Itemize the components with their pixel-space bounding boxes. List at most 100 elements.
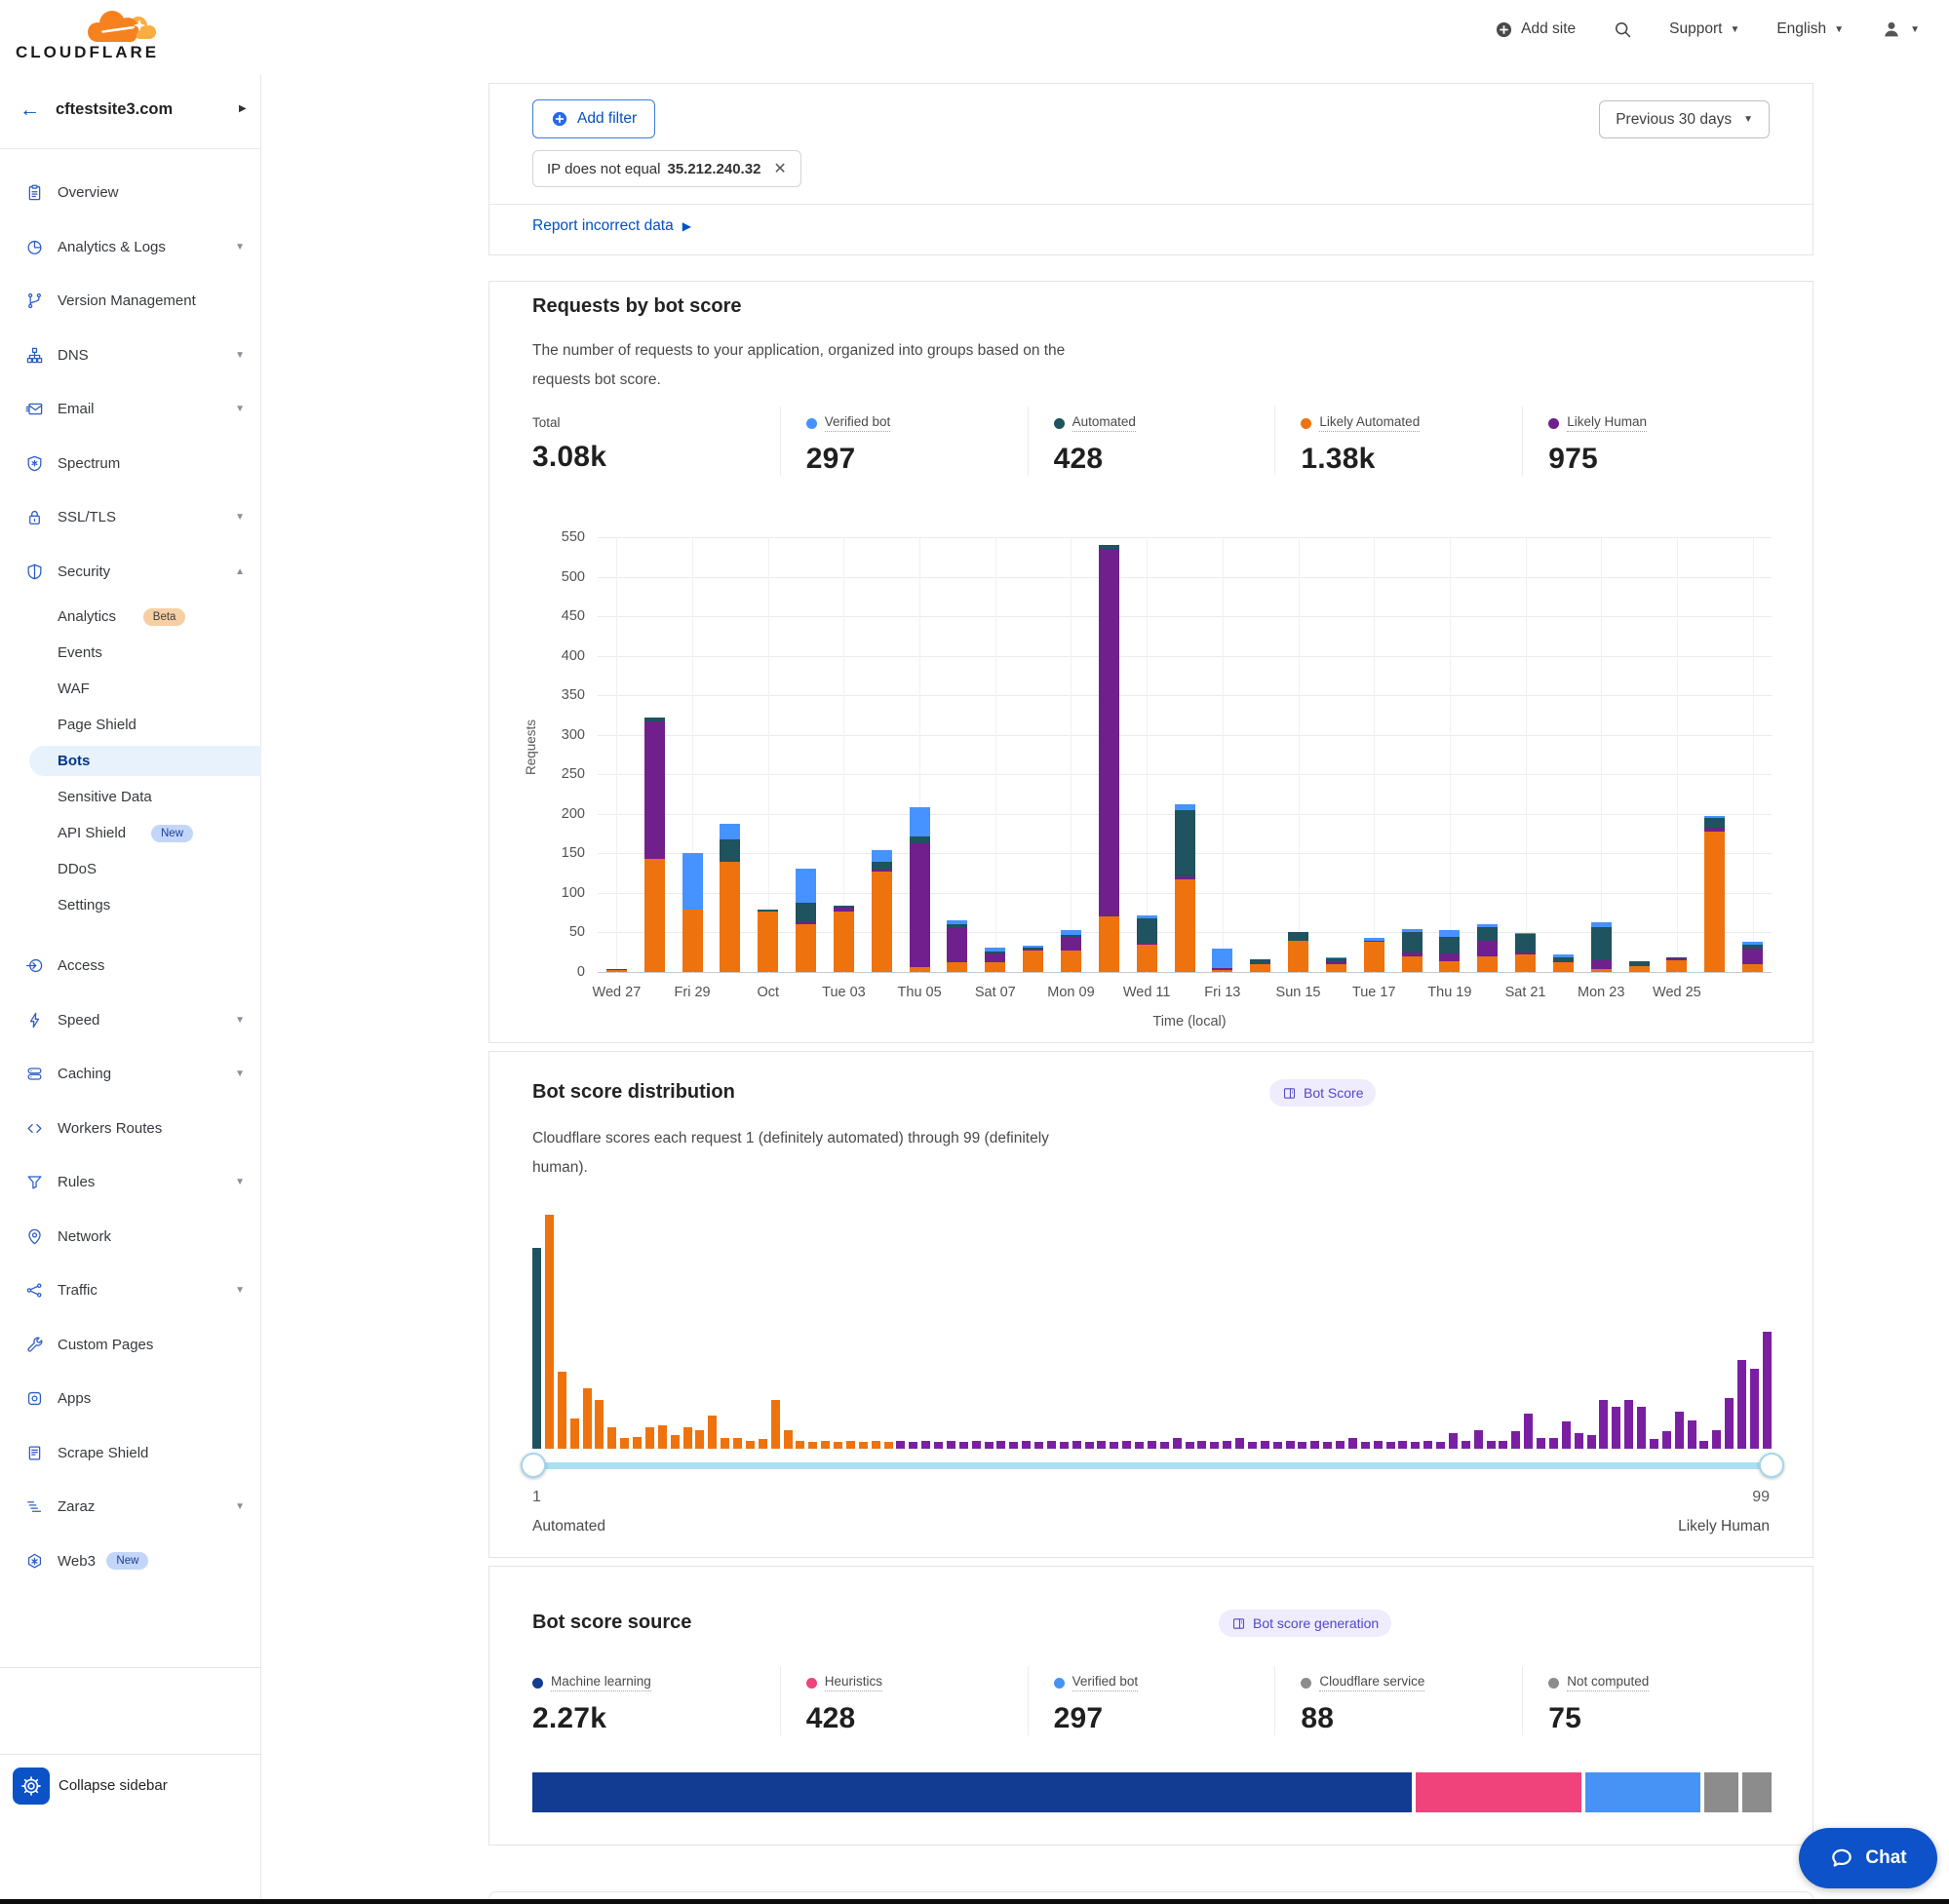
sidebar-item-rules[interactable]: Rules▼ <box>0 1155 261 1210</box>
search-button[interactable] <box>1613 19 1632 39</box>
stat-label[interactable]: Verified bot <box>806 414 891 432</box>
bot-score-doc-badge[interactable]: Bot Score <box>1269 1079 1376 1107</box>
stat-label[interactable]: Likely Automated <box>1301 414 1420 432</box>
support-menu[interactable]: Support ▼ <box>1669 20 1739 38</box>
bar-segment-automated <box>1137 918 1157 944</box>
slider-handle-max[interactable] <box>1759 1453 1784 1478</box>
requests-stats-row: Total3.08kVerified bot297Automated428Lik… <box>532 407 1770 476</box>
score-bar-50 <box>1148 1441 1156 1449</box>
stat-label[interactable]: Heuristics <box>806 1674 882 1691</box>
sidebar-item-speed[interactable]: Speed▼ <box>0 993 261 1048</box>
sidebar-item-bots[interactable]: Bots <box>0 743 261 779</box>
account-menu[interactable]: ▼ <box>1881 19 1920 40</box>
sidebar-item-network[interactable]: Network <box>0 1210 261 1264</box>
sidebar-item-web3[interactable]: Web3New <box>0 1535 261 1589</box>
add-site-button[interactable]: Add site <box>1495 20 1576 39</box>
sidebar-item-version-management[interactable]: Version Management <box>0 274 261 329</box>
sidebar-item-zaraz[interactable]: Zaraz▼ <box>0 1480 261 1535</box>
stat-label[interactable]: Verified bot <box>1054 1674 1139 1691</box>
sidebar-item-page-shield[interactable]: Page Shield <box>0 707 261 743</box>
report-link-label: Report incorrect data <box>532 217 674 235</box>
sidebar-item-settings[interactable]: Settings <box>0 887 261 923</box>
language-menu[interactable]: English ▼ <box>1776 20 1844 38</box>
settings-gear-button[interactable] <box>13 1768 50 1805</box>
bar-sat-07 <box>985 948 1005 972</box>
report-incorrect-data-link[interactable]: Report incorrect data ▶ <box>532 217 691 235</box>
chat-button[interactable]: Chat <box>1799 1828 1937 1888</box>
bar-segment-automated <box>1402 932 1423 952</box>
gridline-v <box>1753 538 1754 973</box>
sidebar-item-label: Custom Pages <box>58 1337 153 1353</box>
sidebar-item-events[interactable]: Events <box>0 635 261 671</box>
add-filter-button[interactable]: Add filter <box>532 99 655 138</box>
sidebar-item-spectrum[interactable]: Spectrum <box>0 437 261 491</box>
bar-day-31 <box>1742 942 1763 972</box>
sidebar-item-label: Traffic <box>58 1282 97 1299</box>
time-range-dropdown[interactable]: Previous 30 days ▼ <box>1599 100 1770 138</box>
stat-label-text: Not computed <box>1567 1674 1649 1691</box>
sidebar-item-analytics-logs[interactable]: Analytics & Logs▼ <box>0 220 261 275</box>
sidebar-item-sensitive-data[interactable]: Sensitive Data <box>0 779 261 815</box>
sidebar-item-ssl-tls[interactable]: SSL/TLS▼ <box>0 490 261 545</box>
score-bar-58 <box>1248 1442 1257 1449</box>
sidebar-item-overview[interactable]: Overview <box>0 166 261 220</box>
score-bar-62 <box>1298 1442 1306 1449</box>
remove-filter-icon[interactable]: ✕ <box>773 159 786 178</box>
sidebar-item-api-shield[interactable]: API ShieldNew <box>0 815 261 851</box>
collapse-sidebar-label[interactable]: Collapse sidebar <box>58 1777 168 1794</box>
site-selector[interactable]: ← cftestsite3.com ▶ <box>0 75 261 149</box>
envelope-icon <box>25 400 44 418</box>
active-filter-chip[interactable]: IP does not equal 35.212.240.32 ✕ <box>532 150 801 187</box>
stat-label[interactable]: Cloudflare service <box>1301 1674 1424 1691</box>
bar-tue-03 <box>834 906 854 972</box>
stat-label[interactable]: Not computed <box>1548 1674 1649 1691</box>
sidebar-item-email[interactable]: Email▼ <box>0 382 261 437</box>
gridline-h <box>598 695 1772 696</box>
sidebar-item-scrape-shield[interactable]: Scrape Shield <box>0 1426 261 1481</box>
sidebar-item-label: Events <box>58 644 102 661</box>
requests-stat-likely-automated: Likely Automated1.38k <box>1274 407 1522 476</box>
bot-score-generation-doc-badge[interactable]: Bot score generation <box>1219 1610 1391 1637</box>
source-stat-cloudflare-service: Cloudflare service88 <box>1274 1666 1522 1735</box>
sidebar-item-custom-pages[interactable]: Custom Pages <box>0 1318 261 1373</box>
stat-label[interactable]: Likely Human <box>1548 414 1647 432</box>
slider-min-value: 1 <box>532 1489 541 1506</box>
score-slider-track[interactable] <box>532 1462 1772 1469</box>
score-bar-96 <box>1725 1398 1734 1449</box>
back-arrow-icon[interactable]: ← <box>19 98 40 122</box>
sidebar-item-traffic[interactable]: Traffic▼ <box>0 1263 261 1318</box>
chevron-down-icon: ▼ <box>1743 114 1753 125</box>
score-bar-65 <box>1336 1441 1345 1449</box>
stat-label: Total <box>532 415 561 430</box>
sidebar-item-label: Analytics <box>58 608 116 625</box>
bar-segment-likely-human <box>1061 937 1081 951</box>
slider-handle-min[interactable] <box>521 1453 546 1478</box>
branch-icon <box>25 291 44 310</box>
bar-fri-29 <box>682 853 703 972</box>
site-name[interactable]: cftestsite3.com <box>56 100 173 119</box>
sidebar-item-access[interactable]: Access <box>0 939 261 993</box>
funnel-icon <box>25 1173 44 1191</box>
bar-oct <box>758 910 778 972</box>
sidebar-item-workers-routes[interactable]: Workers Routes <box>0 1102 261 1156</box>
sidebar-item-security[interactable]: Security▲ <box>0 545 261 600</box>
sidebar-item-apps[interactable]: Apps <box>0 1372 261 1426</box>
stat-label[interactable]: Machine learning <box>532 1674 651 1691</box>
sidebar-item-ddos[interactable]: DDoS <box>0 851 261 887</box>
bar-segment-likely-automated <box>1666 960 1687 972</box>
gridline-v <box>1071 538 1072 973</box>
sidebar-item-caching[interactable]: Caching▼ <box>0 1047 261 1102</box>
slider-left-caption: Automated <box>532 1518 605 1535</box>
score-bar-68 <box>1374 1441 1383 1449</box>
score-bar-20 <box>771 1400 780 1449</box>
sidebar-item-waf[interactable]: WAF <box>0 671 261 707</box>
bar-segment-likely-automated <box>1137 945 1157 972</box>
access-icon <box>25 956 44 975</box>
sidebar-item-label: Analytics & Logs <box>58 239 166 255</box>
book-icon <box>1231 1616 1246 1631</box>
x-tick-label: Tue 17 <box>1330 985 1418 1000</box>
sidebar-item-dns[interactable]: DNS▼ <box>0 329 261 383</box>
cloudflare-logo[interactable]: CLOUDFLARE <box>16 6 162 64</box>
stat-label[interactable]: Automated <box>1054 414 1136 432</box>
sidebar-item-analytics[interactable]: AnalyticsBeta <box>0 599 261 635</box>
